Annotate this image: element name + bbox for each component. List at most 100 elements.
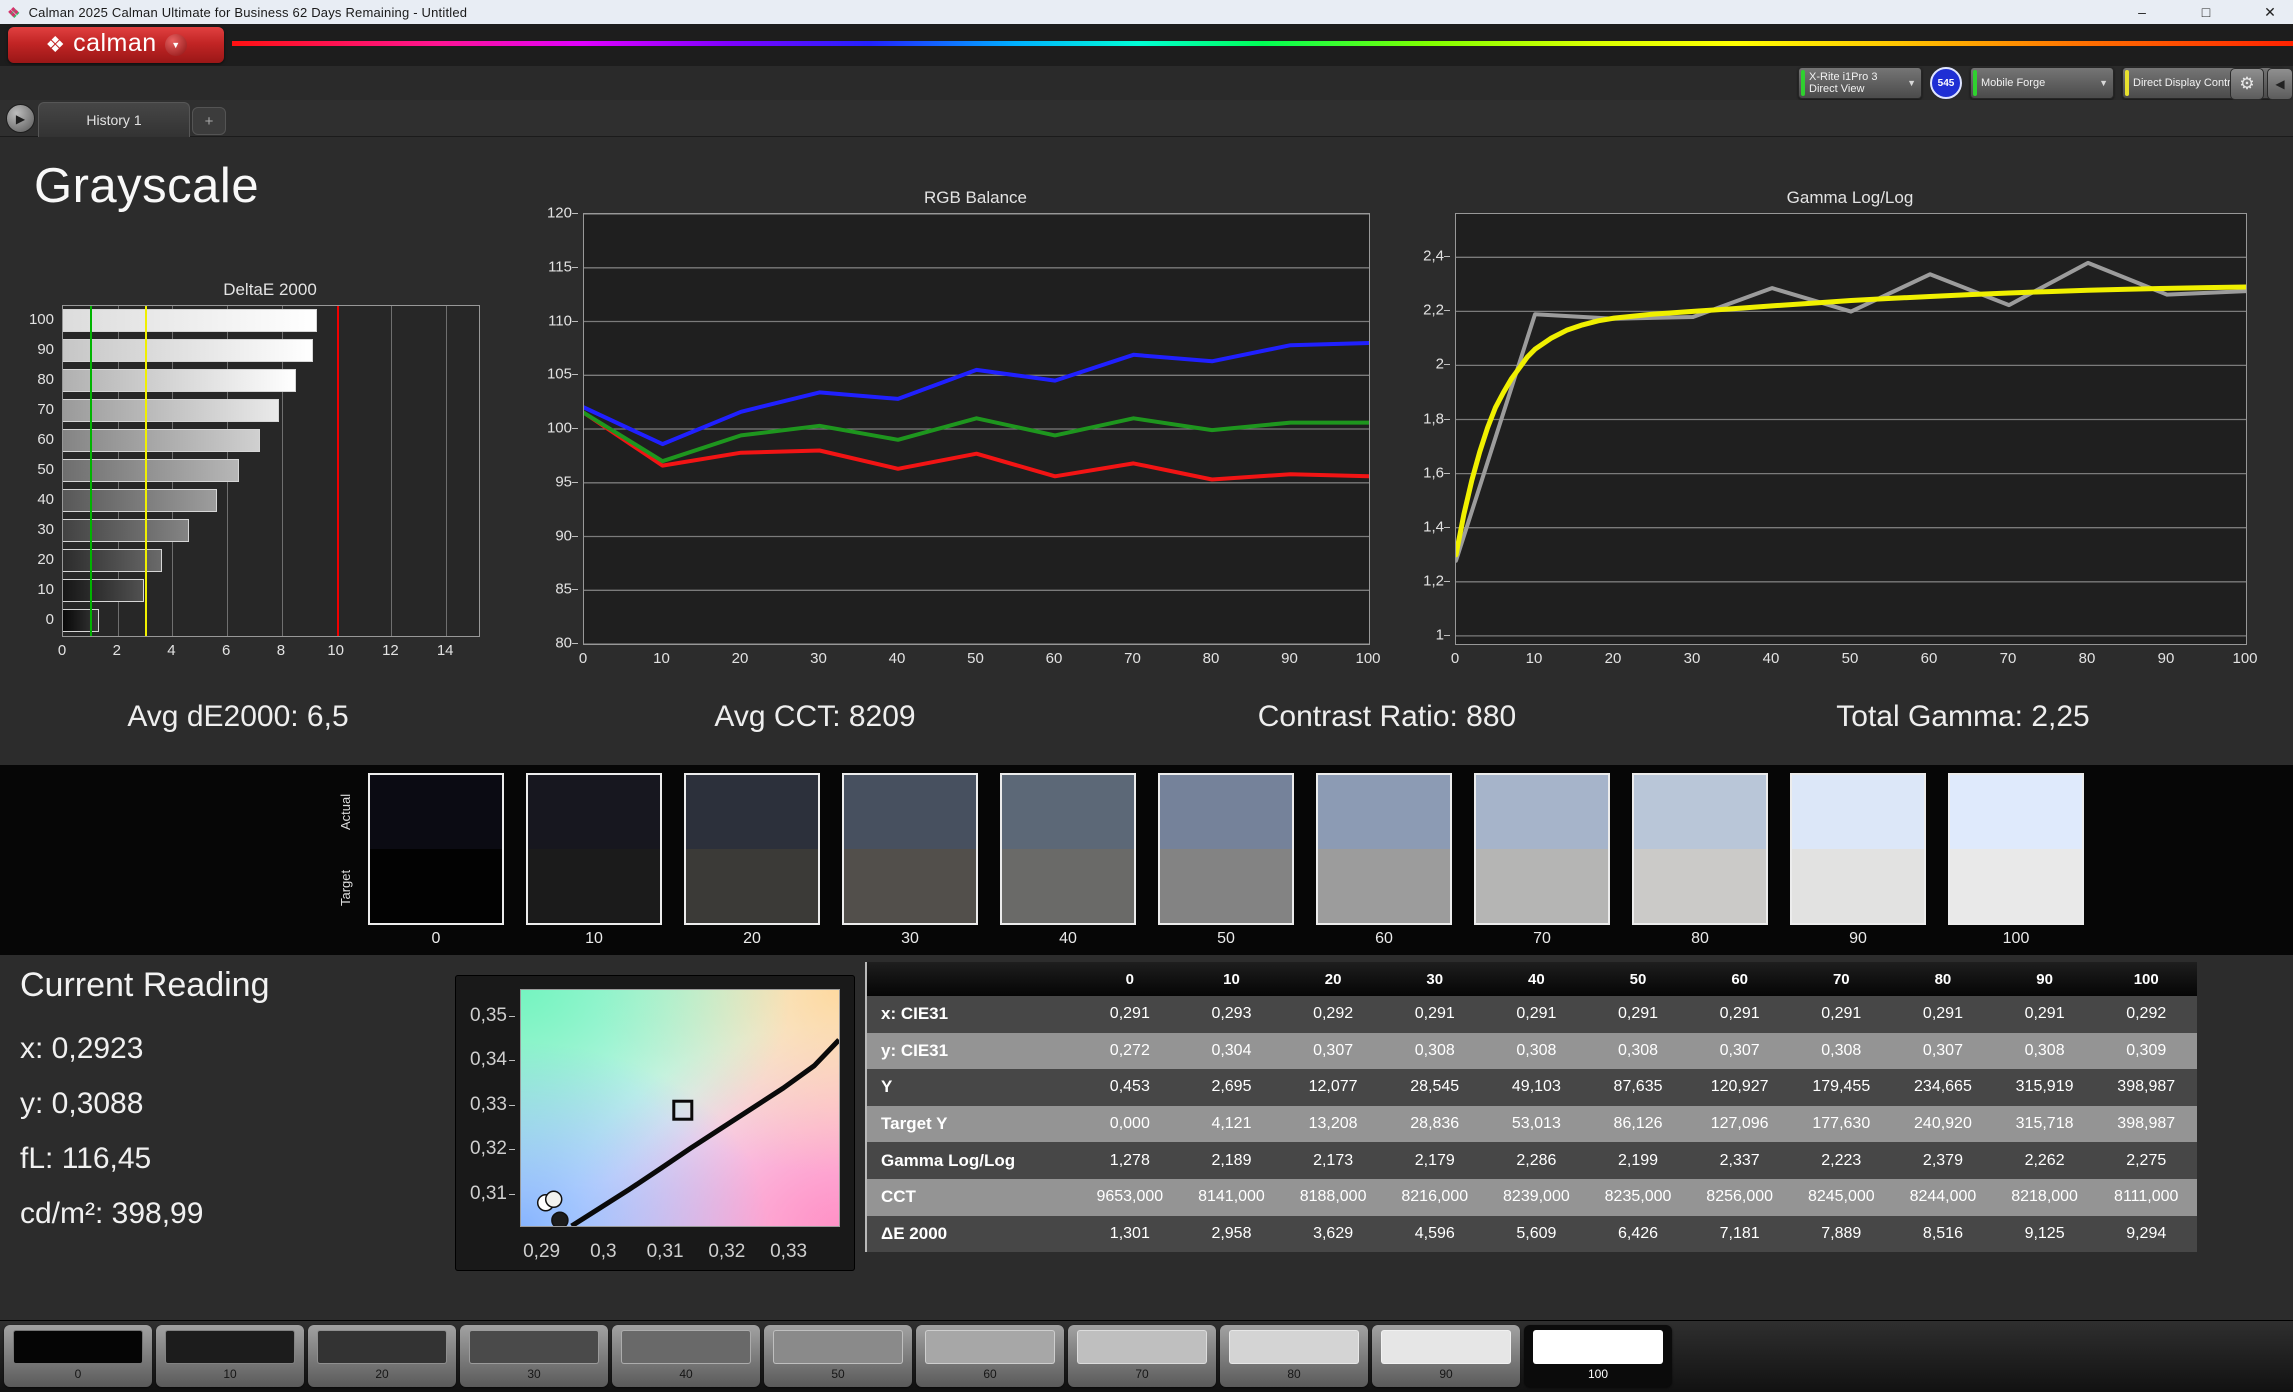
deltae-bar-90	[63, 339, 313, 362]
table-row-label: ΔE 2000	[881, 1223, 948, 1243]
spectrum-gradient-bar	[232, 41, 2293, 46]
axis-tick-label: 30	[37, 521, 54, 538]
patch-button-20[interactable]: 20	[308, 1325, 456, 1387]
table-cell: 0,308	[1618, 1041, 1659, 1059]
table-cell: 0,291	[1821, 1005, 1862, 1023]
swatch-level-label: 90	[1849, 930, 1867, 947]
table-cell: 0,308	[2024, 1041, 2065, 1059]
tab-label: History 1	[86, 112, 142, 128]
tab-bar: ▶ History 1 +	[0, 100, 2293, 137]
axis-tick-label: 90	[2157, 650, 2175, 667]
table-cell: 8239,000	[1503, 1188, 1570, 1206]
table-cell: 49,103	[1511, 1078, 1561, 1096]
patch-button-30[interactable]: 30	[460, 1325, 608, 1387]
axis-tick-label: 0,3	[590, 1241, 617, 1262]
table-cell: 2,223	[1821, 1151, 1862, 1169]
patch-button-100[interactable]: 100	[1524, 1325, 1672, 1387]
gridline	[391, 306, 393, 636]
target-color	[1476, 849, 1608, 923]
axis-tick	[1444, 634, 1450, 636]
deltae-chart-title: DeltaE 2000	[223, 280, 317, 299]
table-cell: 0,309	[2126, 1041, 2167, 1059]
maximize-icon[interactable]: □	[2193, 4, 2219, 20]
actual-color	[1318, 775, 1450, 849]
deltae-bar-100	[63, 309, 318, 332]
patch-swatch	[621, 1330, 751, 1364]
close-icon[interactable]: ✕	[2257, 4, 2283, 21]
axis-tick	[1444, 256, 1450, 258]
patch-button-50[interactable]: 50	[764, 1325, 912, 1387]
patch-button-0[interactable]: 0	[4, 1325, 152, 1387]
axis-tick-label: 0,32	[708, 1241, 746, 1262]
table-cell: 0,453	[1109, 1078, 1150, 1096]
actual-row-label: Actual	[338, 793, 353, 831]
deltae-bar-20	[63, 549, 163, 572]
patch-level-label: 90	[1439, 1367, 1453, 1381]
table-header-cell: 90	[2036, 970, 2053, 988]
patch-level-label: 10	[223, 1367, 237, 1381]
table-cell: 2,695	[1211, 1078, 1252, 1096]
target-color	[1002, 849, 1134, 923]
patch-button-70[interactable]: 70	[1068, 1325, 1216, 1387]
axis-tick-label: 20	[731, 650, 749, 667]
calman-menu-button[interactable]: ❖ calman ▼	[8, 27, 224, 63]
swatch-level-label: 10	[585, 930, 603, 947]
patch-button-90[interactable]: 90	[1372, 1325, 1520, 1387]
grayscale-swatch-10	[526, 773, 662, 925]
actual-color	[370, 775, 502, 849]
table-cell: 0,307	[1313, 1041, 1354, 1059]
menu-bar: ❖ calman ▼	[0, 24, 2293, 66]
collapse-panel-button[interactable]: ◀	[2267, 68, 2293, 100]
gridline	[446, 306, 448, 636]
target-color	[528, 849, 660, 923]
grayscale-swatch-strip: Actual Target 0 10 20 30 40 50 60 70 80 90 100	[0, 765, 2293, 955]
settings-button[interactable]: ⚙	[2230, 68, 2264, 100]
table-cell: 1,278	[1109, 1151, 1150, 1169]
axis-tick-label: 8	[276, 642, 286, 659]
axis-tick	[572, 213, 578, 214]
axis-tick-label: 100	[2232, 650, 2258, 667]
axis-tick-label: 70	[1124, 650, 1141, 667]
swatch-level-label: 80	[1691, 930, 1709, 947]
table-cell: 398,987	[2117, 1078, 2176, 1096]
table-cell: 2,286	[1516, 1151, 1557, 1169]
meter-device-1[interactable]: Mobile Forge ▼	[1970, 67, 2114, 99]
table-cell: 0,291	[1109, 1005, 1150, 1023]
table-header-cell: 50	[1629, 970, 1647, 988]
table-cell: 8218,000	[2011, 1188, 2078, 1206]
patch-button-10[interactable]: 10	[156, 1325, 304, 1387]
meter-count-badge[interactable]: 545	[1930, 67, 1962, 99]
minimize-icon[interactable]: –	[2129, 4, 2155, 20]
axis-tick-label: 1,6	[1423, 464, 1444, 482]
axis-tick-label: 10	[37, 581, 54, 598]
table-cell: 234,665	[1914, 1078, 1972, 1096]
table-header-cell: 80	[1934, 970, 1952, 988]
axis-tick-label: 0	[1450, 650, 1460, 667]
target-color	[1318, 849, 1450, 923]
axis-tick	[509, 1149, 515, 1151]
add-tab-button[interactable]: +	[192, 107, 226, 135]
patch-button-40[interactable]: 40	[612, 1325, 760, 1387]
axis-tick	[509, 1104, 515, 1106]
patch-swatch	[469, 1330, 599, 1364]
table-cell: 0,291	[1719, 1005, 1760, 1023]
actual-color	[528, 775, 660, 849]
table-header-cell: 20	[1324, 970, 1342, 988]
table-cell: 177,630	[1812, 1115, 1871, 1133]
axis-tick-label: 2	[112, 642, 121, 659]
deltae-bar-40	[63, 489, 217, 512]
table-header-cell: 70	[1832, 970, 1850, 988]
table-cell: 2,275	[2126, 1151, 2167, 1169]
meter-device-0[interactable]: X-Rite i1Pro 3 Direct View ▼	[1798, 67, 1922, 99]
target-color	[686, 849, 818, 923]
tab-history-1[interactable]: History 1	[38, 102, 190, 137]
calman-diamond-icon: ❖	[45, 32, 66, 57]
axis-tick	[1444, 580, 1450, 582]
tab-nav-play-button[interactable]: ▶	[6, 104, 35, 133]
table-cell: 9,294	[2126, 1224, 2167, 1242]
avg-cct-stat: Avg CCT: 8209	[714, 700, 916, 733]
grayscale-swatch-30	[842, 773, 978, 925]
patch-button-80[interactable]: 80	[1220, 1325, 1368, 1387]
axis-tick-label: 105	[546, 365, 572, 383]
patch-button-60[interactable]: 60	[916, 1325, 1064, 1387]
